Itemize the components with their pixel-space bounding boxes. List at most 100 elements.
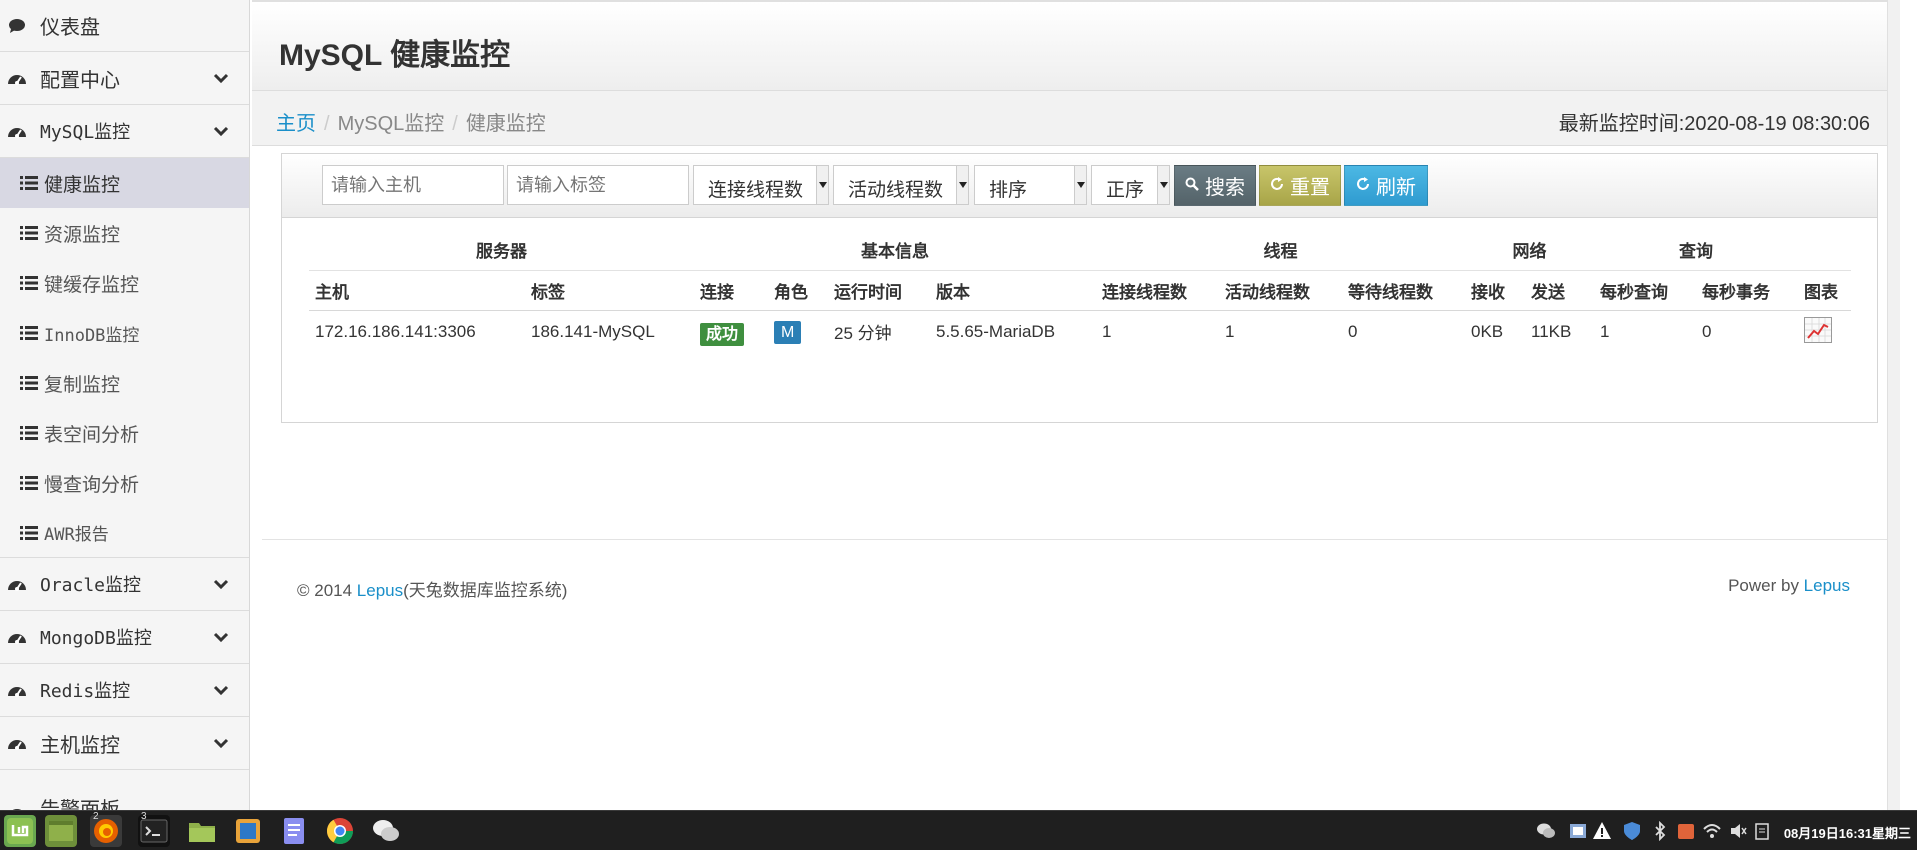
chart-icon[interactable] <box>1804 316 1832 343</box>
column-header[interactable]: 标签 <box>525 270 694 311</box>
cell-conn-threads: 1 <box>1102 321 1112 341</box>
lepus-link[interactable]: Lepus <box>1804 576 1850 595</box>
sidebar-subitem-label: 表空间分析 <box>44 424 140 446</box>
select-value: 正序 <box>1106 180 1145 201</box>
table-group-header: 服务器 基本信息 线程 网络 查询 <box>309 230 1851 271</box>
wifi-icon[interactable] <box>1702 821 1722 841</box>
cell-waiting-threads: 0 <box>1348 321 1358 341</box>
active-threads-select[interactable]: 活动线程数 <box>833 165 969 205</box>
refresh-button[interactable]: 刷新 <box>1344 165 1428 206</box>
list-icon <box>20 326 38 340</box>
sidebar-subitem-keycache[interactable]: 键缓存监控 <box>0 258 249 308</box>
dashboard-gauge-icon <box>6 680 28 700</box>
tag-search-input[interactable] <box>507 165 689 205</box>
wechat-tray-icon[interactable] <box>1536 821 1556 841</box>
wechat-icon[interactable] <box>370 815 402 847</box>
dashboard-gauge-icon <box>6 627 28 647</box>
sidebar-item-mysql-monitor[interactable]: MySQL监控 <box>0 105 249 158</box>
dashboard-gauge-icon <box>6 121 28 141</box>
sidebar-item-label: Redis监控 <box>40 681 131 702</box>
cell-active-threads: 1 <box>1225 321 1235 341</box>
sidebar-item-oracle-monitor[interactable]: Oracle监控 <box>0 558 249 611</box>
sidebar-subitem-label: AWR报告 <box>44 525 109 545</box>
chrome-icon[interactable] <box>324 815 356 847</box>
sort-select[interactable]: 排序 <box>974 165 1087 205</box>
dashboard-gauge-icon <box>6 68 28 88</box>
sidebar-subitem-health[interactable]: 健康监控 <box>0 158 249 208</box>
column-header[interactable]: 发送 <box>1525 270 1594 311</box>
table-wrapper: 服务器 基本信息 线程 网络 查询 主机 标签 连接 角色 运行时间 版本 连接… <box>282 218 1877 423</box>
mint-menu-icon[interactable] <box>4 815 36 847</box>
column-header[interactable]: 角色 <box>768 270 828 311</box>
dashboard-gauge-icon <box>6 802 28 810</box>
screenshot-app-icon[interactable] <box>232 815 264 847</box>
reset-button[interactable]: 重置 <box>1259 165 1341 206</box>
sidebar-subitem-resource[interactable]: 资源监控 <box>0 208 249 258</box>
lepus-link[interactable]: Lepus <box>357 581 403 600</box>
files-icon[interactable] <box>186 815 218 847</box>
column-header[interactable]: 每秒事务 <box>1696 270 1798 311</box>
list-icon <box>20 276 38 290</box>
column-header[interactable]: 活动线程数 <box>1219 270 1342 311</box>
sidebar-item-config-center[interactable]: 配置中心 <box>0 52 249 105</box>
select-value: 排序 <box>989 180 1028 201</box>
sidebar-subitem-innodb[interactable]: InnoDB监控 <box>0 308 249 358</box>
sidebar-item-mongodb-monitor[interactable]: MongoDB监控 <box>0 611 249 664</box>
window-count-badge: 2 <box>93 811 99 822</box>
sidebar-subitem-replication[interactable]: 复制监控 <box>0 358 249 408</box>
page-header: MySQL 健康监控 <box>252 0 1900 90</box>
cell-role: M <box>768 310 828 353</box>
package-icon[interactable] <box>1676 821 1696 841</box>
cell-connect: 成功 <box>694 310 768 353</box>
column-header[interactable]: 每秒查询 <box>1594 270 1696 311</box>
column-header[interactable]: 版本 <box>930 270 1096 311</box>
cell-host: 172.16.186.141:3306 <box>315 321 476 341</box>
dropdown-arrow-icon <box>956 166 968 204</box>
show-desktop-icon[interactable] <box>45 815 77 847</box>
shield-icon[interactable] <box>1622 821 1642 841</box>
clipboard-icon[interactable] <box>1752 821 1772 841</box>
sidebar-item-host-monitor[interactable]: 主机监控 <box>0 717 249 770</box>
volume-muted-icon[interactable] <box>1728 821 1748 841</box>
order-select[interactable]: 正序 <box>1091 165 1170 205</box>
sidebar-subitem-slowquery[interactable]: 慢查询分析 <box>0 458 249 508</box>
cell-tag: 186.141-MySQL <box>531 321 655 341</box>
page-title: MySQL 健康监控 <box>279 39 511 72</box>
search-button-label: 搜索 <box>1205 177 1245 199</box>
status-badge: 成功 <box>700 322 745 346</box>
sidebar-item-dashboard[interactable]: 仪表盘 <box>0 0 249 52</box>
bluetooth-icon[interactable] <box>1650 821 1670 841</box>
sidebar-subitem-tablespace[interactable]: 表空间分析 <box>0 408 249 458</box>
footer-power-by: Power by Lepus <box>1728 576 1850 596</box>
select-value: 活动线程数 <box>848 180 944 201</box>
column-header[interactable]: 连接线程数 <box>1096 270 1219 311</box>
search-button[interactable]: 搜索 <box>1174 165 1256 206</box>
column-header[interactable]: 接收 <box>1465 270 1525 311</box>
sidebar-item-alarm-panel[interactable]: 告警面板 <box>0 770 249 810</box>
column-header[interactable]: 运行时间 <box>828 270 930 311</box>
monitor-time: 最新监控时间:2020-08-19 08:30:06 <box>1558 113 1870 135</box>
warning-icon[interactable] <box>1592 821 1612 841</box>
update-manager-icon[interactable] <box>1568 821 1588 841</box>
sidebar-item-label: 主机监控 <box>40 734 120 757</box>
chevron-down-icon <box>213 73 229 84</box>
cell-send: 11KB <box>1531 321 1572 341</box>
page-scrollbar[interactable] <box>1887 0 1900 810</box>
sidebar-item-redis-monitor[interactable]: Redis监控 <box>0 664 249 717</box>
sidebar-subitem-label: 慢查询分析 <box>44 474 140 496</box>
host-search-input[interactable] <box>322 165 504 205</box>
breadcrumb-home-link[interactable]: 主页 <box>276 113 316 135</box>
dashboard-gauge-icon <box>6 733 28 753</box>
column-header[interactable]: 等待线程数 <box>1342 270 1465 311</box>
health-table: 服务器 基本信息 线程 网络 查询 主机 标签 连接 角色 运行时间 版本 连接… <box>309 230 1851 353</box>
taskbar-clock[interactable]: 08月19日16:31星期三 <box>1784 823 1911 842</box>
column-header[interactable]: 连接 <box>694 270 768 311</box>
reset-button-label: 重置 <box>1290 177 1330 199</box>
text-editor-icon[interactable] <box>278 815 310 847</box>
conn-threads-select[interactable]: 连接线程数 <box>693 165 829 205</box>
column-header[interactable]: 主机 <box>309 270 525 311</box>
dropdown-arrow-icon <box>816 166 828 204</box>
sidebar-subitem-awr[interactable]: AWR报告 <box>0 508 249 558</box>
refresh-icon <box>1356 176 1370 196</box>
copyright-suffix: (天兔数据库监控系统) <box>403 581 568 600</box>
